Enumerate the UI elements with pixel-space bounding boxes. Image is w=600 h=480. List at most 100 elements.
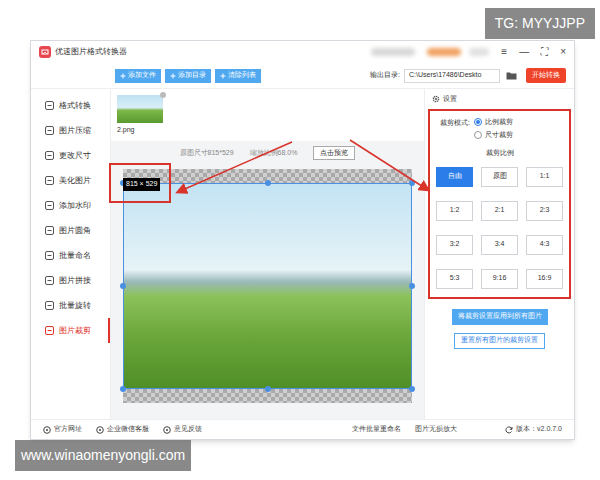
plus-icon [120,73,126,79]
ratio-label: 2:3 [540,205,550,216]
start-button[interactable]: 开始转换 [526,68,566,83]
radio-button[interactable] [474,118,482,126]
ratio-button[interactable]: 3:2 [436,235,473,255]
watermark-bottom: www.winaomenyongli.com [15,440,191,471]
original-size: 原图尺寸815*529 [180,148,234,159]
radio-dot [476,120,480,124]
reset-all-button[interactable]: 重置所有图片的裁剪设置 [454,333,545,349]
sidebar-item[interactable]: 批量旋转 [31,293,110,318]
preview-button[interactable]: 点击预览 [313,146,355,160]
sidebar-item-label: 批量旋转 [59,300,91,312]
ratio-button[interactable]: 1:2 [436,201,473,221]
plus-icon [170,73,176,79]
thumbnail[interactable]: 2.png [117,95,163,136]
sidebar-item-label: 图片圆角 [59,225,91,237]
crop-mode-label: 裁剪模式: [436,117,470,129]
toolbar: 添加文件添加目录 清除列表 输出目录: C:\Users\17486\Deskto 开始… [31,63,574,89]
page: 优速图片格式转换器 ≡ — ⛶ × 添加文件添加目录 清除列表 输出目录: C:\Users\1… [0,0,600,480]
sidebar-item[interactable]: 更改尺寸 [31,143,110,168]
sidebar-item[interactable]: 格式转换 [31,93,110,118]
thumbnail-strip: 2.png [111,89,424,141]
ratio-button[interactable]: 原图 [481,167,518,187]
crop-handle[interactable] [120,283,126,289]
crop-handle[interactable] [120,386,126,392]
ratio-button[interactable]: 4:3 [526,235,563,255]
toolbar-button[interactable]: 清除列表 [215,69,261,83]
radio-option[interactable]: 比例裁剪 [474,117,513,128]
ratio-button[interactable]: 自由 [436,167,473,187]
window-title: 优速图片格式转换器 [55,46,127,58]
sidebar-item-label: 添加水印 [59,200,91,212]
app-window: 优速图片格式转换器 ≡ — ⛶ × 添加文件添加目录 清除列表 输出目录: C:\Users\1… [30,40,575,440]
ratio-label: 2:1 [495,205,505,216]
ratio-label: 1:1 [540,171,550,182]
sidebar-item[interactable]: 图片压缩 [31,118,110,143]
tool-icon [45,226,54,235]
crop-handle[interactable] [409,386,415,392]
tool-icon [45,176,54,185]
window-control-button[interactable]: — [519,47,529,57]
ratio-button[interactable]: 3:4 [481,235,518,255]
ratio-button[interactable]: 1:1 [526,167,563,187]
ratio-button[interactable]: 2:1 [481,201,518,221]
crop-mode-options: 比例裁剪尺寸裁剪 [474,117,513,140]
sidebar-item-label: 图片压缩 [59,125,91,137]
output-label: 输出目录: [370,70,400,81]
sidebar-item[interactable]: 图片裁剪 [31,318,110,343]
settings-panel: 设置裁剪模式:比例裁剪尺寸裁剪裁剪比例自由原图1:11:22:12:33:23:… [424,89,574,419]
sidebar-item[interactable]: 添加水印 [31,193,110,218]
crop-canvas[interactable]: 815 × 529 [123,169,412,403]
sidebar-item[interactable]: 美化图片 [31,168,110,193]
window-control-button[interactable]: ⛶ [541,47,548,57]
crop-handle[interactable] [409,283,415,289]
status-link[interactable]: 企业微信客服 [96,424,149,435]
sidebar-item-label: 批量命名 [59,250,91,262]
status-link-label: 官方网址 [54,424,82,435]
ratio-grid: 自由原图 1:1 1:2 2:1 2:3 3:2 3:4 4:3 5:3 9:16 16:9 [436,167,563,289]
remove-icon[interactable] [160,92,166,98]
crop-mode: 裁剪模式: 比例裁剪尺寸裁剪 [436,117,563,140]
ratio-button[interactable]: 9:16 [481,269,518,289]
main-body: 格式转换图片压缩更改尺寸美化图片添加水印图片圆角批量命名图片拼接批量旋转图片裁剪… [31,89,574,419]
toolbar-button[interactable]: 添加文件 [115,69,161,83]
window-control-button[interactable]: × [560,47,566,57]
radio-button[interactable] [474,131,482,139]
sidebar-item[interactable]: 图片拼接 [31,268,110,293]
gear-icon [432,95,440,103]
sidebar-item-label: 美化图片 [59,175,91,187]
status-tool-link[interactable]: 图片无损放大 [415,424,457,435]
blurred-user-info [371,48,415,56]
ratio-button[interactable]: 16:9 [526,269,563,289]
tool-icon [45,276,54,285]
refresh-icon [505,426,513,434]
crop-handle[interactable] [265,180,271,186]
ratio-button[interactable]: 5:3 [436,269,473,289]
sidebar-item[interactable]: 批量命名 [31,243,110,268]
window-control-button[interactable]: ≡ [501,47,507,57]
radio-option[interactable]: 尺寸裁剪 [474,130,513,141]
toolbar-button-label: 添加文件 [128,70,156,81]
settings-title: 设置 [443,94,457,105]
folder-button[interactable] [504,71,518,80]
sidebar-item[interactable]: 图片圆角 [31,218,110,243]
status-link-label: 意见反馈 [174,424,202,435]
feedback-icon [163,426,171,434]
toolbar-button-label: 清除列表 [228,70,256,81]
output-path-field[interactable]: C:\Users\17486\Deskto [404,69,500,83]
apply-all-button[interactable]: 将裁剪设置应用到所有图片 [452,309,548,325]
status-link[interactable]: 意见反馈 [163,424,202,435]
status-tool-link[interactable]: 文件批量重命名 [352,424,401,435]
toolbar-button[interactable]: 添加目录 [165,69,211,83]
settings-header: 设置 [428,89,571,109]
tool-icon [45,151,54,160]
ratio-button[interactable]: 2:3 [526,201,563,221]
ratio-label: 3:2 [450,239,460,250]
canvas-wrap: 815 × 529 [111,165,424,419]
crop-handle[interactable] [265,386,271,392]
ratio-label: 3:4 [495,239,505,250]
crop-handle[interactable] [409,180,415,186]
chat-icon [96,426,104,434]
annotation-box: 815 × 529 [109,163,171,203]
status-link[interactable]: 官方网址 [43,424,82,435]
ratio-label: 4:3 [540,239,550,250]
